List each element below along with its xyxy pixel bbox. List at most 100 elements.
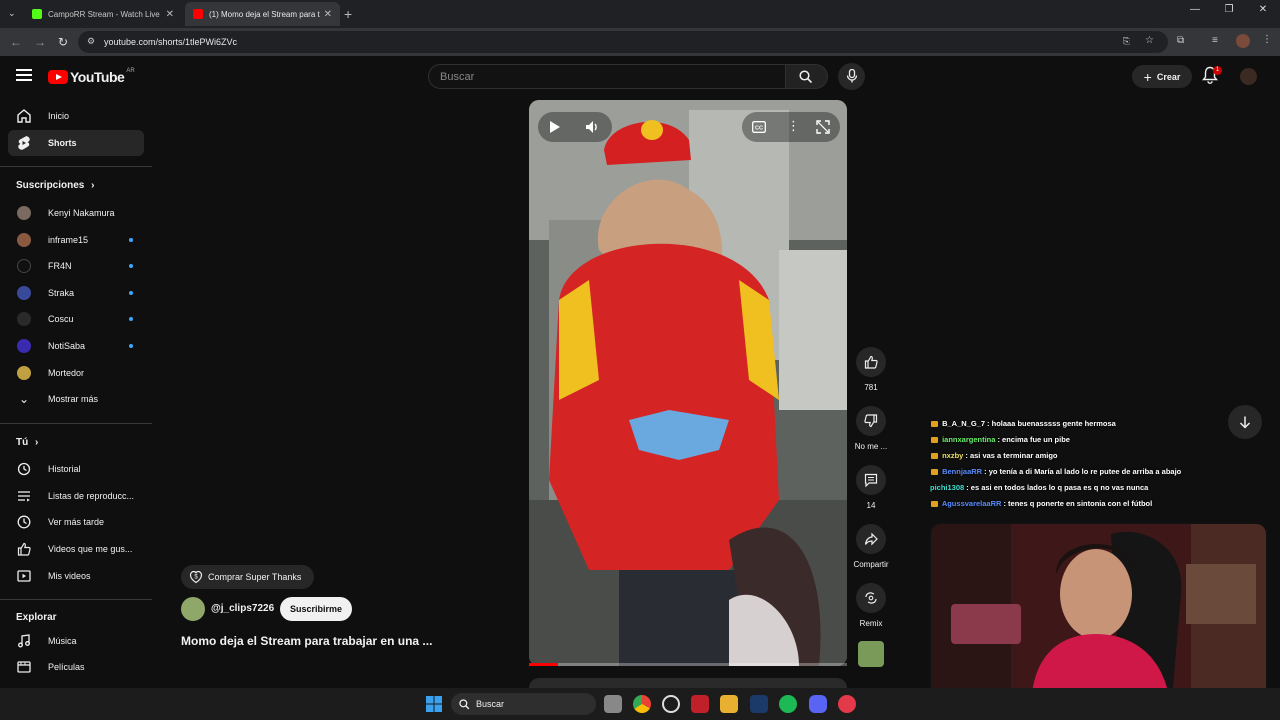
browser-tab-kick[interactable]: CampoRR Stream - Watch Live ✕ [24,2,182,26]
tab-search-icon[interactable]: ⌄ [8,8,16,19]
sidebar-item-movies[interactable]: Películas [8,654,144,680]
channel-avatar[interactable] [181,597,205,621]
account-avatar[interactable] [1240,68,1257,85]
sidebar-item-label: NotiSaba [48,341,86,351]
next-short-preview[interactable] [529,678,847,688]
sidebar-item-playlists[interactable]: Listas de reproducc... [8,483,144,509]
region-code: AR [126,68,135,74]
omnibox[interactable]: ⚙ youtube.com/shorts/1tlePWi6ZVc ⎘ ☆ [78,31,1168,53]
more-options-icon[interactable]: ⋮ [787,118,800,134]
sidebar-item-my-videos[interactable]: Mis videos [8,563,144,589]
captions-icon: CC [752,121,766,133]
dislike-button[interactable]: No me ... [852,406,890,451]
profile-avatar[interactable] [1236,34,1250,48]
next-short-button[interactable] [1228,405,1262,439]
task-view-icon[interactable] [604,695,622,713]
you-heading[interactable]: Tú › [16,437,38,448]
media-controls-icon[interactable]: ≡ [1212,35,1218,46]
video-progress-track[interactable] [529,663,847,666]
sidebar-item-label: Mis videos [48,571,91,581]
close-window-icon[interactable]: ✕ [1246,4,1280,15]
taskbar-search[interactable]: Buscar [451,693,596,715]
search-icon [459,698,470,709]
spotify-app-icon[interactable] [779,695,797,713]
sidebar-item-watch-later[interactable]: Ver más tarde [8,509,144,535]
new-tab-button[interactable]: + [344,6,352,22]
forward-icon[interactable]: → [34,35,46,49]
short-video-player[interactable] [529,100,847,666]
super-thanks-button[interactable]: $ Comprar Super Thanks [181,565,314,589]
taskbar-search-label: Buscar [476,699,505,709]
play-button[interactable] [546,119,562,135]
obs-app-icon[interactable] [662,695,680,713]
search-button[interactable] [786,64,828,89]
bookmark-star-icon[interactable]: ☆ [1145,35,1154,46]
install-app-icon[interactable]: ⎘ [1123,36,1130,47]
file-explorer-icon[interactable] [720,695,738,713]
sidebar-item-subscription[interactable]: Kenyi Nakamura [8,200,144,226]
sidebar-item-label: Kenyi Nakamura [48,208,115,218]
history-icon [17,462,31,476]
sidebar-item-subscription[interactable]: Mortedor [8,360,144,386]
back-icon[interactable]: ← [10,35,22,49]
sidebar-item-music[interactable]: Música [8,628,144,654]
chat-text: : yo tenía a di María al lado lo re pute… [984,467,1182,476]
chrome-menu-icon[interactable]: ⋮ [1262,34,1272,45]
chat-text: : tenes q ponerte en sintonia con el fút… [1003,499,1153,508]
close-tab-icon[interactable]: ✕ [166,9,174,20]
sidebar-item-label: Inicio [48,111,70,121]
youtube-logo[interactable]: YouTube AR [48,68,135,85]
fullscreen-button[interactable] [816,120,830,139]
sidebar-item-subscription[interactable]: NotiSaba [8,333,144,359]
mute-button[interactable] [584,119,600,135]
comments-button[interactable]: 14 [852,465,890,510]
voice-search-button[interactable] [838,63,865,90]
channel-avatar [17,339,31,353]
create-button[interactable]: + Crear [1132,65,1192,88]
url-text[interactable]: youtube.com/shorts/1tlePWi6ZVc [104,37,237,47]
show-more-button[interactable]: ⌄ Mostrar más [8,386,144,412]
close-tab-icon[interactable]: ✕ [324,9,332,20]
reload-icon[interactable]: ↻ [58,35,68,49]
restore-icon[interactable]: ❐ [1212,4,1246,15]
captions-button[interactable]: CC [752,120,766,138]
streamer-webcam [929,522,1268,708]
extensions-icon[interactable]: ⧉ [1177,35,1184,46]
site-info-icon[interactable]: ⚙ [87,36,95,47]
fullscreen-icon [816,120,830,134]
chat-username: nxzby [942,451,964,460]
windows-start-icon[interactable] [425,695,443,713]
browser-tab-bar: ⌄ CampoRR Stream - Watch Live ✕ (1) Momo… [0,0,1280,28]
sidebar-item-subscription[interactable]: inframe15 [8,227,144,253]
browser-tab-youtube[interactable]: (1) Momo deja el Stream para t ✕ [185,2,340,26]
sidebar-item-home[interactable]: Inicio [8,103,144,129]
subscriptions-heading[interactable]: Suscripciones › [16,180,94,191]
sidebar-item-liked-videos[interactable]: Videos que me gus... [8,536,144,562]
sidebar-item-label: FR4N [48,261,72,271]
like-button[interactable]: 781 [852,347,890,392]
chrome-app-icon[interactable] [633,695,651,713]
subscribe-button[interactable]: Suscribirme [280,597,352,621]
like-count: 781 [864,383,878,392]
chat-badge-icon [931,501,938,508]
discord-app-icon[interactable] [809,695,827,713]
sidebar-item-subscription[interactable]: Straka [8,280,144,306]
hamburger-menu-icon[interactable] [16,69,32,83]
steam-app-icon[interactable] [750,695,768,713]
remix-button[interactable]: Remix [852,583,890,628]
sidebar-item-shorts[interactable]: Shorts [8,130,144,156]
new-content-dot [129,238,133,242]
video-title[interactable]: Momo deja el Stream para trabajar en una… [181,634,432,648]
sidebar-item-label: Mortedor [48,368,85,378]
valorant-app-icon[interactable] [838,695,856,713]
sidebar-item-subscription[interactable]: Coscu [8,306,144,332]
search-input[interactable] [440,71,770,83]
channel-name[interactable]: @j_clips7226 [211,603,274,614]
share-button[interactable]: Compartir [852,524,890,569]
game-app-icon[interactable] [691,695,709,713]
sidebar-item-history[interactable]: Historial [8,456,144,482]
minimize-icon[interactable]: — [1178,4,1212,15]
sidebar-item-subscription[interactable]: FR4N [8,253,144,279]
channel-avatar [17,259,31,273]
sound-channel-avatar[interactable] [858,641,884,667]
